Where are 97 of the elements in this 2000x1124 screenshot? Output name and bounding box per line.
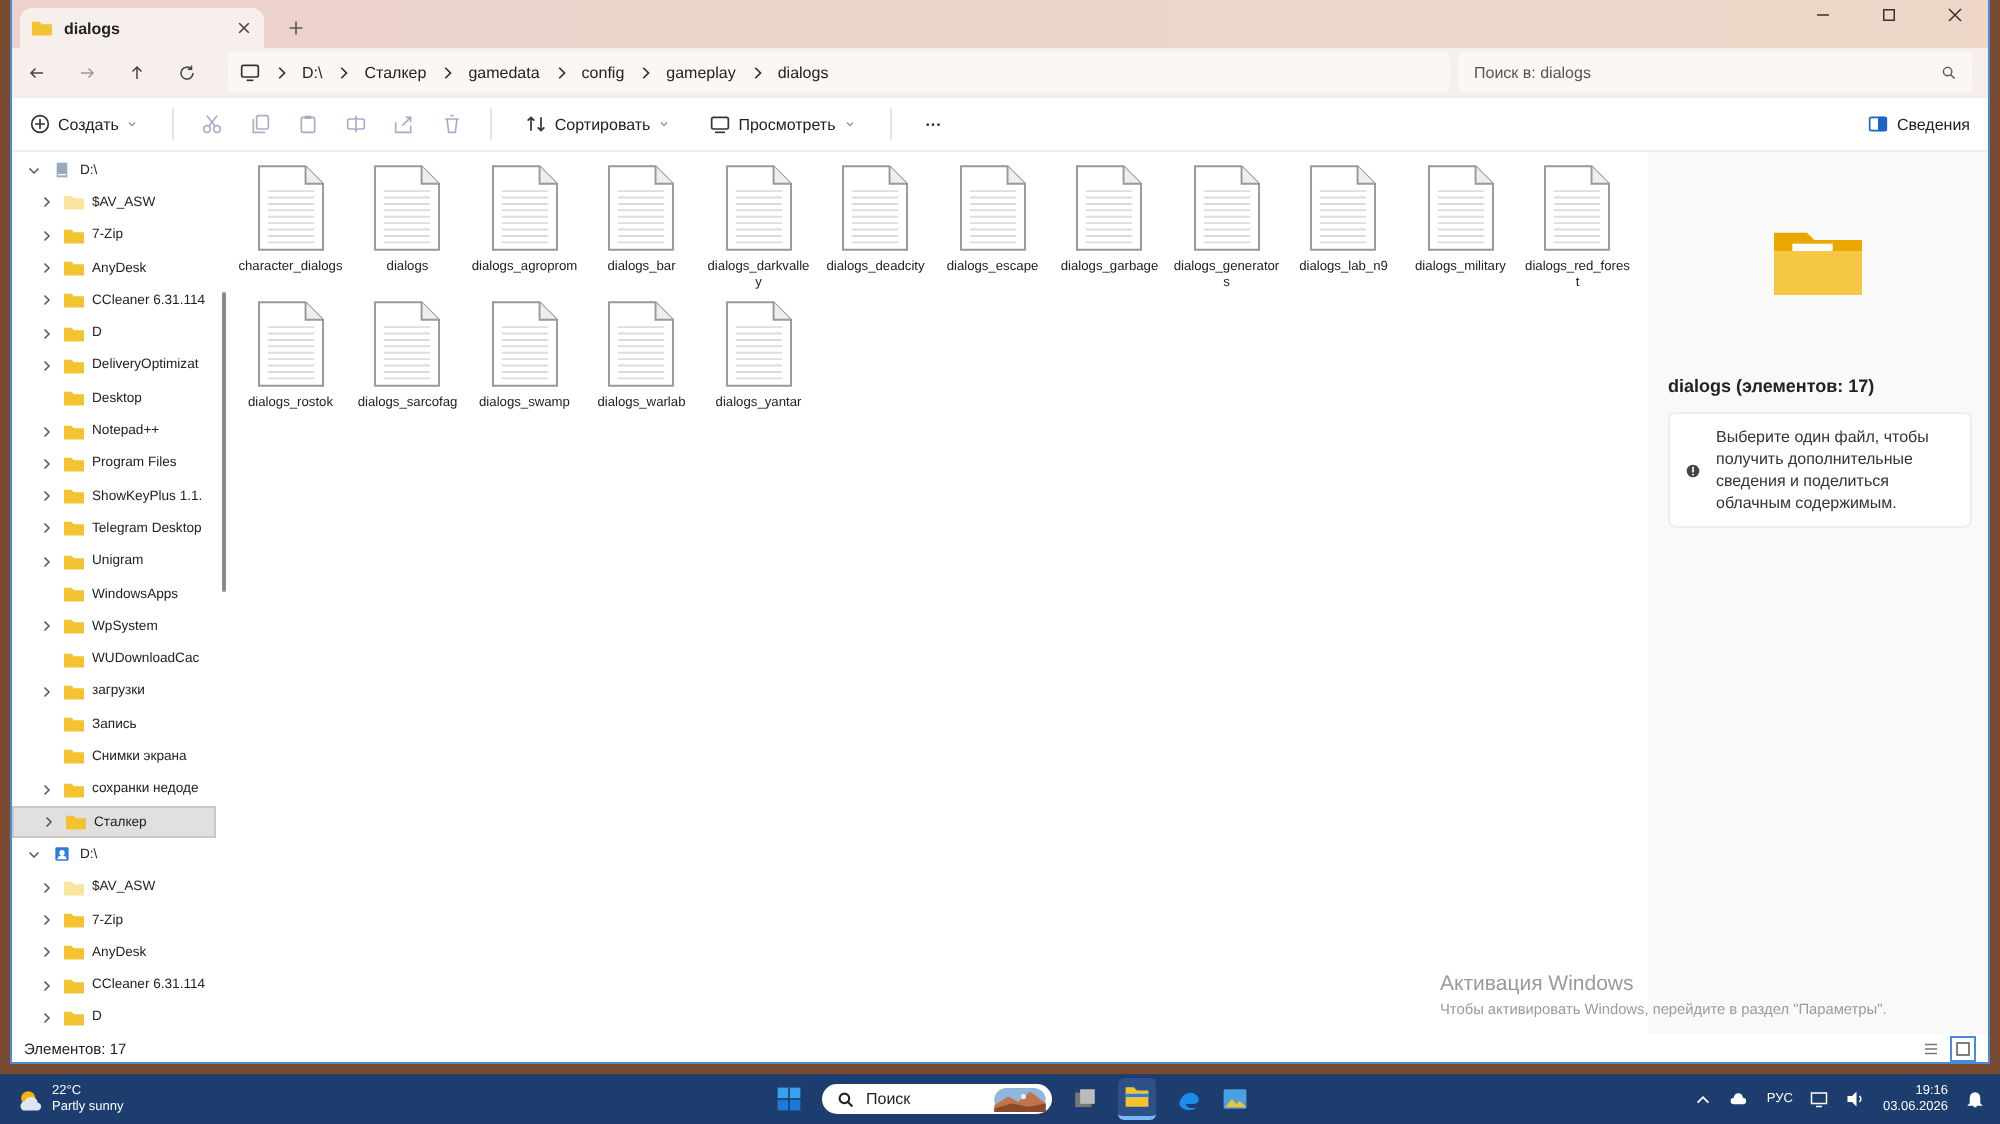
document-icon bbox=[257, 164, 324, 252]
address-bar[interactable]: D:\ Сталкер gamedata config gameplay dialogs bbox=[228, 52, 1450, 92]
explorer-taskbar-button[interactable] bbox=[1118, 1078, 1156, 1120]
monitor-icon bbox=[240, 62, 260, 82]
info-message: Выберите один файл, чтобы получить дополнительные сведения и поделиться облачным содержимым. bbox=[1716, 426, 1931, 514]
up-icon[interactable] bbox=[128, 63, 146, 81]
tab[interactable]: dialogs bbox=[20, 8, 264, 48]
chevron-icon[interactable] bbox=[40, 262, 52, 275]
chevron-up-icon[interactable] bbox=[1694, 1090, 1713, 1108]
chevron-icon[interactable] bbox=[40, 946, 52, 959]
document-icon bbox=[1193, 164, 1260, 252]
chevron-down-icon[interactable] bbox=[28, 848, 40, 861]
back-icon[interactable] bbox=[28, 63, 46, 81]
chevron-icon bbox=[336, 65, 351, 79]
chevron-icon[interactable] bbox=[40, 327, 52, 340]
windows-start-icon[interactable] bbox=[776, 1086, 802, 1112]
folder-icon bbox=[1124, 1084, 1150, 1110]
close-icon[interactable] bbox=[1946, 6, 1964, 24]
chevron-icon[interactable] bbox=[40, 522, 52, 535]
refresh-icon[interactable] bbox=[178, 63, 196, 81]
chevron-icon[interactable] bbox=[40, 914, 52, 926]
chevron-icon[interactable] bbox=[40, 685, 52, 698]
document-icon bbox=[608, 300, 675, 388]
task-view-icon[interactable] bbox=[1072, 1086, 1098, 1112]
search-icon bbox=[838, 1091, 854, 1107]
caret-icon bbox=[126, 118, 139, 130]
document-icon bbox=[842, 164, 909, 252]
chevron-icon[interactable] bbox=[40, 555, 52, 568]
folder-icon bbox=[1774, 228, 1862, 296]
document-icon bbox=[725, 300, 792, 388]
caret-icon bbox=[658, 118, 671, 130]
bell-icon[interactable] bbox=[1966, 1090, 1984, 1108]
breadcrumb-item[interactable]: dialogs bbox=[777, 63, 829, 81]
chevron-icon[interactable] bbox=[40, 783, 52, 796]
chevron-icon bbox=[553, 65, 568, 79]
document-icon bbox=[959, 164, 1026, 252]
chevron-icon[interactable] bbox=[40, 294, 52, 307]
document-icon bbox=[608, 164, 675, 252]
folder-icon bbox=[32, 20, 52, 36]
monitor-icon bbox=[710, 114, 731, 134]
chevron-icon[interactable] bbox=[40, 425, 52, 438]
document-icon bbox=[725, 164, 792, 252]
plus-icon bbox=[30, 114, 50, 134]
document-icon bbox=[491, 300, 558, 388]
breadcrumb-item[interactable]: Сталкер bbox=[364, 63, 427, 81]
chevron-icon[interactable] bbox=[40, 457, 52, 470]
monitor-icon[interactable] bbox=[1810, 1090, 1829, 1108]
create-button[interactable]: Создать bbox=[24, 110, 145, 138]
close-icon[interactable] bbox=[236, 20, 252, 36]
details-title: dialogs (элементов: 17) bbox=[1668, 376, 1877, 396]
taskbar-search[interactable]: Поиск bbox=[822, 1084, 1052, 1114]
details-button[interactable]: Сведения bbox=[1862, 110, 1976, 138]
search-input[interactable]: Поиск в: dialogs bbox=[1474, 63, 1942, 81]
chevron-icon[interactable] bbox=[40, 881, 52, 894]
scrollbar[interactable] bbox=[222, 292, 226, 592]
chevron-icon bbox=[749, 65, 764, 79]
breadcrumb-item[interactable]: gamedata bbox=[468, 63, 540, 81]
document-icon bbox=[1310, 164, 1377, 252]
document-icon bbox=[1544, 164, 1611, 252]
chevron-icon bbox=[440, 65, 455, 79]
document-icon bbox=[1076, 164, 1143, 252]
maximize-icon[interactable] bbox=[1880, 6, 1898, 24]
chevron-icon[interactable] bbox=[40, 359, 52, 372]
search-field[interactable]: Поиск в: dialogs bbox=[1458, 52, 1972, 92]
document-icon bbox=[1427, 164, 1494, 252]
document-icon bbox=[374, 300, 441, 388]
search-icon bbox=[1942, 65, 1956, 79]
sort-button[interactable]: Сортировать bbox=[520, 110, 677, 138]
sort-icon bbox=[526, 114, 547, 134]
chevron-icon[interactable] bbox=[40, 620, 52, 633]
chevron-icon[interactable] bbox=[40, 1011, 52, 1024]
breadcrumb-item[interactable]: D:\ bbox=[302, 63, 323, 81]
view-button[interactable]: Просмотреть bbox=[704, 110, 862, 138]
speaker-icon[interactable] bbox=[1846, 1090, 1865, 1108]
weather-icon[interactable] bbox=[16, 1085, 44, 1113]
chevron-icon[interactable] bbox=[40, 229, 52, 242]
caret-icon bbox=[843, 118, 856, 130]
chevron-icon[interactable] bbox=[40, 490, 52, 503]
chevron-icon bbox=[274, 65, 288, 79]
image-app-icon[interactable] bbox=[1222, 1086, 1248, 1112]
breadcrumb-item[interactable]: gameplay bbox=[666, 63, 736, 81]
chevron-icon[interactable] bbox=[42, 816, 54, 829]
chevron-down-icon[interactable] bbox=[28, 164, 40, 177]
chevron-icon[interactable] bbox=[40, 979, 52, 992]
tiles-view-icon[interactable] bbox=[1950, 1035, 1976, 1061]
document-icon bbox=[374, 164, 441, 252]
chevron-icon[interactable] bbox=[40, 196, 52, 209]
document-icon bbox=[257, 300, 324, 388]
document-icon bbox=[491, 164, 558, 252]
activation-title: Активация Windows bbox=[1440, 972, 1636, 996]
new-tab-icon[interactable] bbox=[288, 20, 304, 36]
more-button[interactable]: ··· bbox=[919, 111, 948, 137]
info-icon bbox=[1686, 463, 1700, 477]
chevron-icon bbox=[638, 65, 653, 79]
panel-icon bbox=[1868, 114, 1889, 134]
breadcrumb-item[interactable]: config bbox=[581, 63, 625, 81]
cloud-icon[interactable] bbox=[1730, 1090, 1749, 1108]
